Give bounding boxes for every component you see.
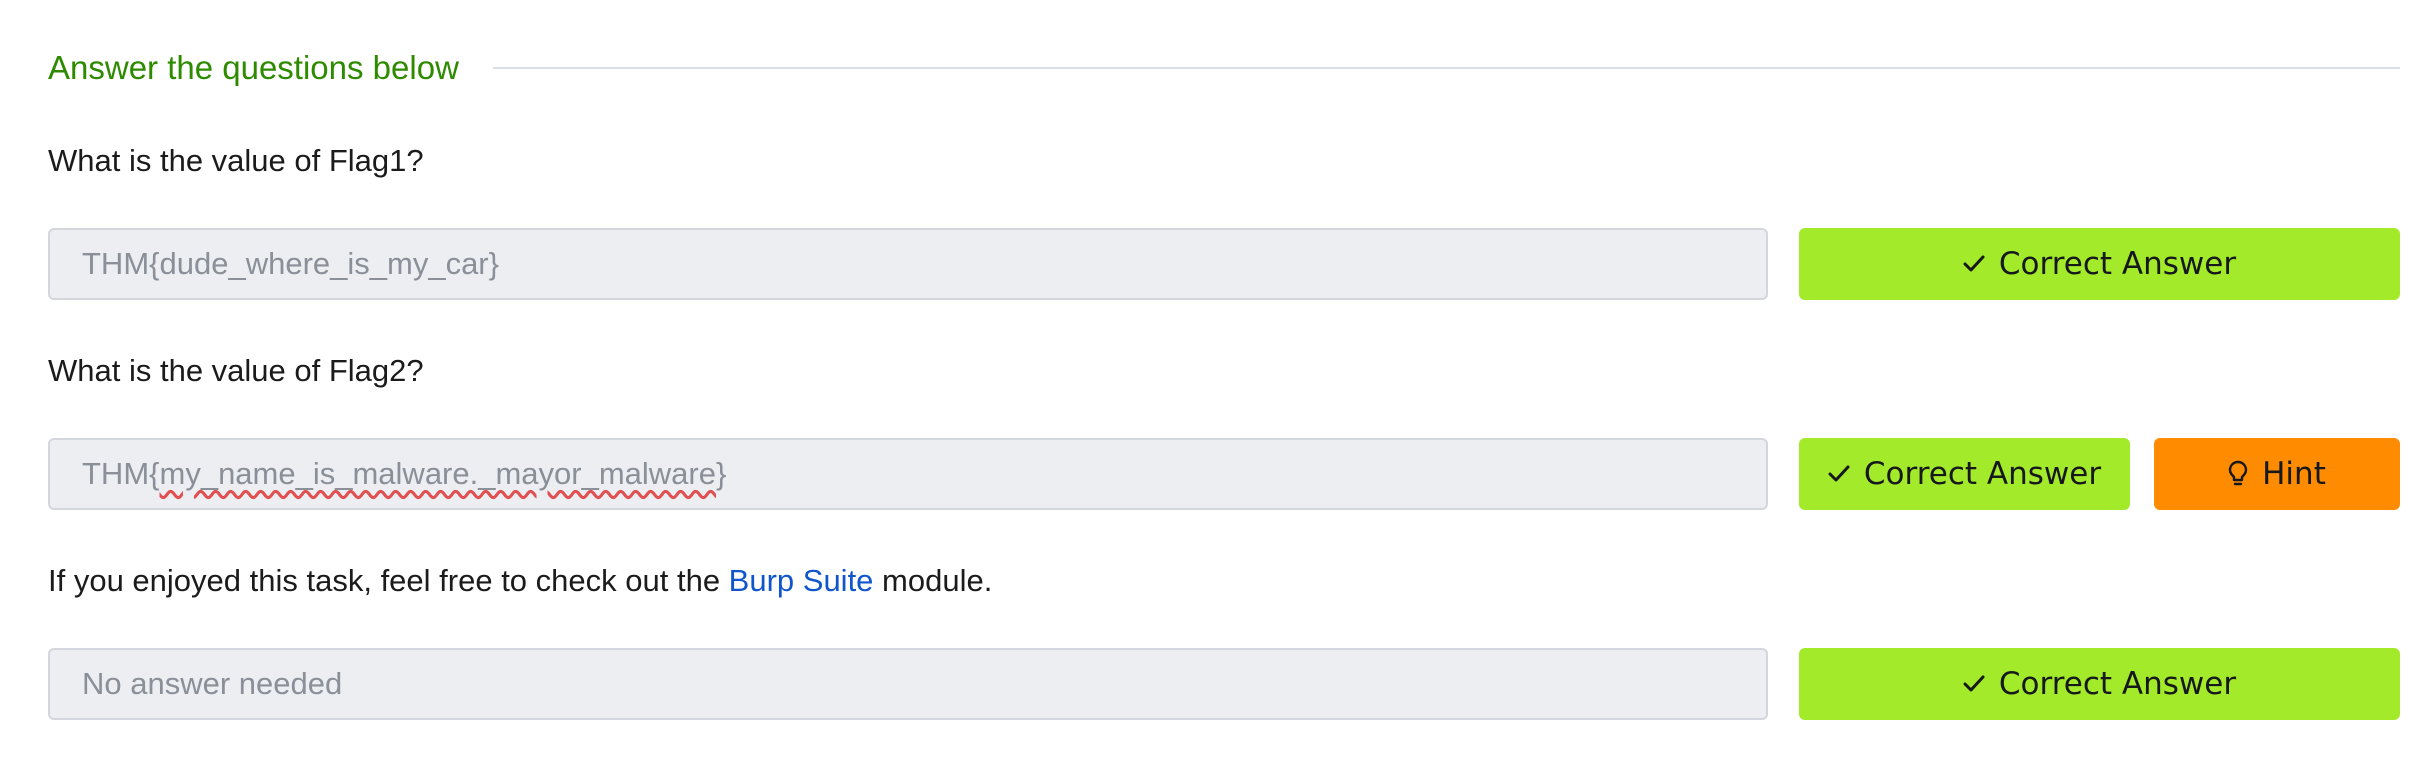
correct-answer-label: Correct Answer xyxy=(1998,666,2237,702)
question-3-answer-field[interactable] xyxy=(48,648,1768,720)
check-icon xyxy=(1828,465,1850,483)
section-title: Answer the questions below xyxy=(48,49,459,86)
lightbulb-icon xyxy=(2228,460,2248,488)
question-2-prompt: What is the value of Flag2? xyxy=(48,353,424,388)
question-1-correct-answer-button[interactable]: Correct Answer xyxy=(1799,228,2400,300)
question-3-prompt-start: If you enjoyed this task, feel free to c… xyxy=(48,563,729,598)
hint-label: Hint xyxy=(2262,456,2326,492)
check-icon xyxy=(1963,255,1985,273)
question-3-prompt-end: module. xyxy=(873,563,993,598)
correct-answer-label: Correct Answer xyxy=(1998,246,2237,282)
question-2-hint-button[interactable]: Hint xyxy=(2154,438,2400,510)
section-header: Answer the questions below xyxy=(48,44,2400,92)
question-2-correct-answer-button[interactable]: Correct Answer xyxy=(1799,438,2130,510)
section-divider xyxy=(492,67,2400,69)
burp-suite-link[interactable]: Burp Suite xyxy=(729,563,874,598)
correct-answer-label: Correct Answer xyxy=(1863,456,2102,492)
check-icon xyxy=(1963,675,1985,693)
question-3-prompt: If you enjoyed this task, feel free to c… xyxy=(48,563,992,599)
question-1-answer-field[interactable] xyxy=(48,228,1768,300)
question-3-correct-answer-button[interactable]: Correct Answer xyxy=(1799,648,2400,720)
question-1-prompt: What is the value of Flag1? xyxy=(48,143,424,178)
question-2-answer-field[interactable] xyxy=(48,438,1768,510)
